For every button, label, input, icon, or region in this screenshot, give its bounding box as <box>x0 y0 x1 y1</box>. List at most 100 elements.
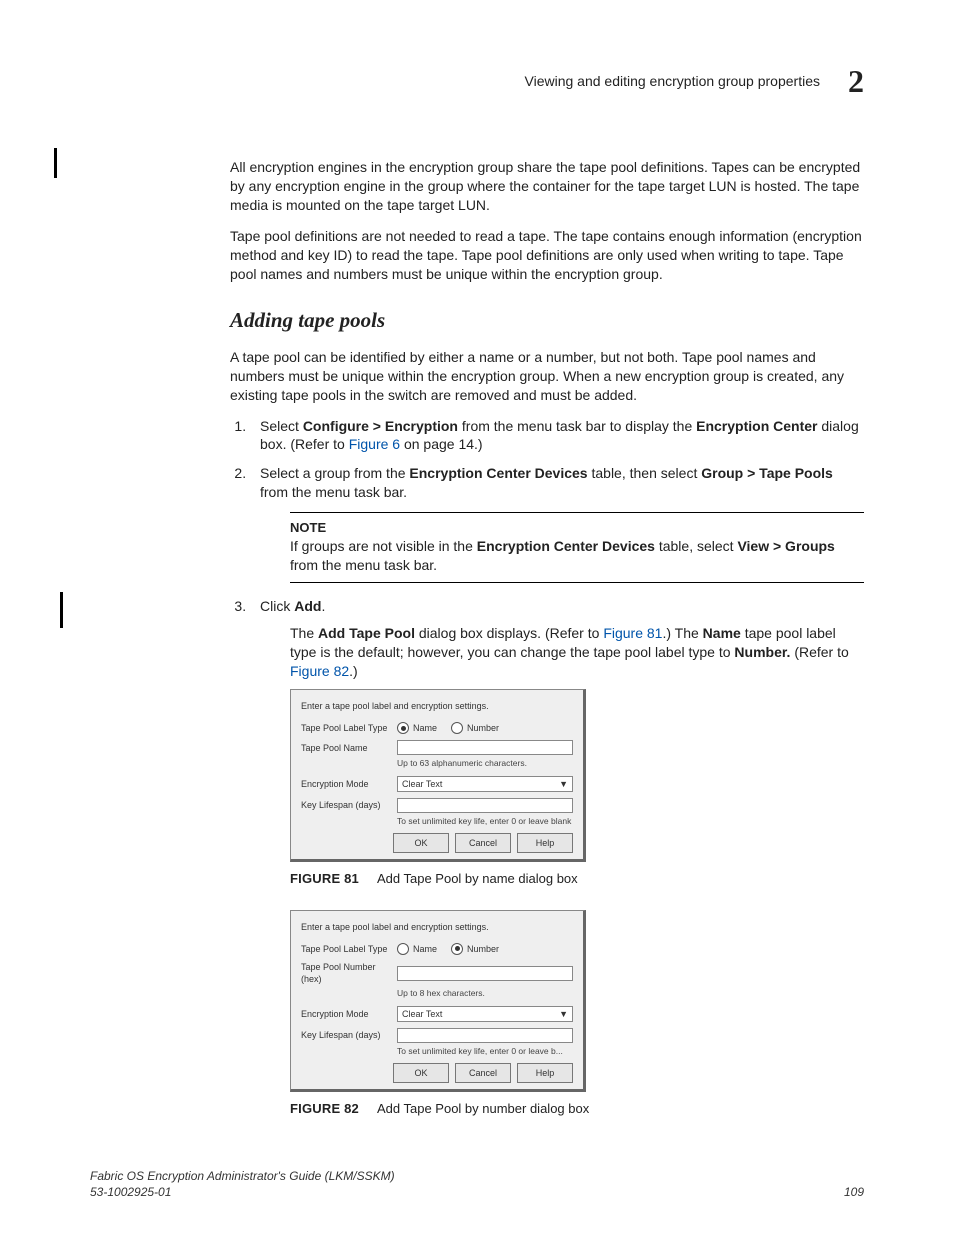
radio-label: Name <box>413 943 437 955</box>
pool-name-input[interactable] <box>397 740 573 755</box>
text: dialog box displays. (Refer to <box>415 625 603 641</box>
text: Click <box>260 598 294 614</box>
encryption-mode-select[interactable]: Clear Text ▼ <box>397 1006 573 1022</box>
page-header: Viewing and editing encryption group pro… <box>90 60 864 103</box>
dialog-instruction: Enter a tape pool label and encryption s… <box>301 921 573 933</box>
text: from the menu task bar. <box>260 484 407 500</box>
key-lifespan-label: Key Lifespan (days) <box>301 1029 397 1041</box>
figure-81-caption: FIGURE 81 Add Tape Pool by name dialog bo… <box>290 870 864 888</box>
figure-label: FIGURE 81 <box>290 871 359 886</box>
key-lifespan-input[interactable] <box>397 798 573 813</box>
step-3: Click Add. The Add Tape Pool dialog box … <box>250 597 864 1117</box>
radio-label: Number <box>467 943 499 955</box>
page-number: 109 <box>844 1184 864 1200</box>
add-tape-pool-name-dialog: Enter a tape pool label and encryption s… <box>290 689 586 862</box>
radio-number[interactable]: Number <box>451 943 499 955</box>
add-tape-pool-number-dialog: Enter a tape pool label and encryption s… <box>290 910 586 1093</box>
intro-paragraph-1: All encryption engines in the encryption… <box>230 158 864 215</box>
step-3-body: The Add Tape Pool dialog box displays. (… <box>290 624 864 681</box>
ui-name: Name <box>703 625 741 641</box>
ui-name: Encryption Center <box>696 418 817 434</box>
pool-name-label: Tape Pool Name <box>301 742 397 754</box>
note-box: NOTE If groups are not visible in the En… <box>290 512 864 583</box>
ui-name: Number. <box>734 644 790 660</box>
revision-bar <box>60 592 63 628</box>
step-2: Select a group from the Encryption Cente… <box>250 464 864 583</box>
key-lifespan-input[interactable] <box>397 1028 573 1043</box>
radio-icon <box>451 722 463 734</box>
cancel-button[interactable]: Cancel <box>455 833 511 853</box>
menu-path: Group > Tape Pools <box>701 465 833 481</box>
label-type-label: Tape Pool Label Type <box>301 722 397 734</box>
doc-title: Fabric OS Encryption Administrator's Gui… <box>90 1168 395 1184</box>
main-content: All encryption engines in the encryption… <box>230 158 864 1118</box>
radio-label: Name <box>413 722 437 734</box>
figure-xref[interactable]: Figure 81 <box>603 625 662 641</box>
text: from the menu task bar. <box>290 557 437 573</box>
key-lifespan-hint: To set unlimited key life, enter 0 or le… <box>397 816 573 827</box>
select-value: Clear Text <box>402 778 442 790</box>
text: .) <box>349 663 358 679</box>
text: Select <box>260 418 303 434</box>
figure-label: FIGURE 82 <box>290 1101 359 1116</box>
doc-partnumber: 53-1002925-01 <box>90 1184 395 1200</box>
text: table, select <box>655 538 738 554</box>
text: table, then select <box>588 465 702 481</box>
text: from the menu task bar to display the <box>458 418 696 434</box>
text: If groups are not visible in the <box>290 538 477 554</box>
text: . <box>321 598 325 614</box>
pool-number-hint: Up to 8 hex characters. <box>397 988 573 999</box>
figure-xref[interactable]: Figure 82 <box>290 663 349 679</box>
radio-name[interactable]: Name <box>397 943 437 955</box>
figure-title: Add Tape Pool by number dialog box <box>377 1101 589 1116</box>
encryption-mode-label: Encryption Mode <box>301 778 397 790</box>
ui-name: Encryption Center Devices <box>409 465 587 481</box>
note-label: NOTE <box>290 519 864 537</box>
chapter-number: 2 <box>848 60 864 103</box>
key-lifespan-label: Key Lifespan (days) <box>301 799 397 811</box>
dialog-instruction: Enter a tape pool label and encryption s… <box>301 700 573 712</box>
text: .) The <box>662 625 702 641</box>
chevron-down-icon: ▼ <box>559 1008 568 1020</box>
running-title: Viewing and editing encryption group pro… <box>525 72 821 91</box>
menu-path: View > Groups <box>737 538 834 554</box>
figure-title: Add Tape Pool by name dialog box <box>377 871 578 886</box>
ok-button[interactable]: OK <box>393 833 449 853</box>
section-paragraph: A tape pool can be identified by either … <box>230 348 864 405</box>
ui-name: Encryption Center Devices <box>477 538 655 554</box>
label-type-label: Tape Pool Label Type <box>301 943 397 955</box>
radio-icon <box>451 943 463 955</box>
key-lifespan-hint: To set unlimited key life, enter 0 or le… <box>397 1046 573 1057</box>
encryption-mode-select[interactable]: Clear Text▼ <box>397 776 573 792</box>
step-1: Select Configure > Encryption from the m… <box>250 417 864 455</box>
menu-path: Configure > Encryption <box>303 418 458 434</box>
ui-name: Add Tape Pool <box>318 625 415 641</box>
ok-button[interactable]: OK <box>393 1063 449 1083</box>
radio-name[interactable]: Name <box>397 722 437 734</box>
button-name: Add <box>294 598 321 614</box>
figure-xref[interactable]: Figure 6 <box>349 436 400 452</box>
pool-number-input[interactable] <box>397 966 573 981</box>
cancel-button[interactable]: Cancel <box>455 1063 511 1083</box>
radio-label: Number <box>467 722 499 734</box>
footer-left: Fabric OS Encryption Administrator's Gui… <box>90 1168 395 1200</box>
help-button[interactable]: Help <box>517 1063 573 1083</box>
text: The <box>290 625 318 641</box>
page-footer: Fabric OS Encryption Administrator's Gui… <box>90 1168 864 1200</box>
encryption-mode-label: Encryption Mode <box>301 1008 397 1020</box>
section-heading: Adding tape pools <box>230 306 864 334</box>
text: Select a group from the <box>260 465 409 481</box>
procedure-list: Select Configure > Encryption from the m… <box>230 417 864 1118</box>
radio-number[interactable]: Number <box>451 722 499 734</box>
pool-number-label: Tape Pool Number (hex) <box>301 961 397 985</box>
intro-paragraph-2: Tape pool definitions are not needed to … <box>230 227 864 284</box>
pool-name-hint: Up to 63 alphanumeric characters. <box>397 758 573 769</box>
text: (Refer to <box>790 644 848 660</box>
text: on page 14.) <box>400 436 483 452</box>
figure-82-caption: FIGURE 82 Add Tape Pool by number dialog … <box>290 1100 864 1118</box>
revision-bar <box>54 148 57 178</box>
help-button[interactable]: Help <box>517 833 573 853</box>
select-value: Clear Text <box>402 1008 442 1020</box>
note-text: If groups are not visible in the Encrypt… <box>290 537 864 575</box>
radio-icon <box>397 943 409 955</box>
